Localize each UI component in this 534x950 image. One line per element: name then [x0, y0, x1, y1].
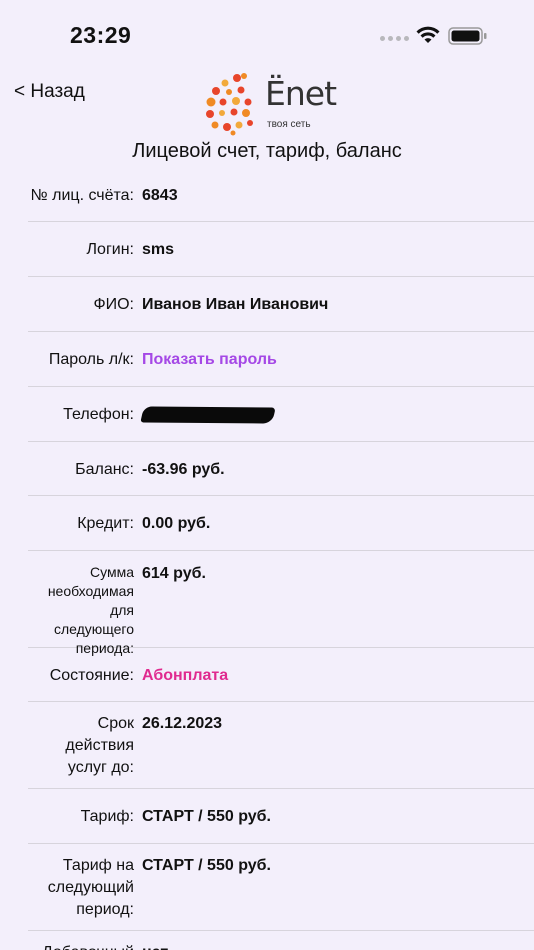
row-value: 26.12.2023	[142, 715, 223, 732]
row-value: Абонплата	[142, 667, 229, 684]
row-label: Баланс:	[75, 461, 134, 478]
page-title: Лицевой счет, тариф, баланс	[132, 140, 402, 162]
row-label: Состояние:	[49, 667, 134, 684]
logo-mark-icon	[206, 73, 253, 136]
row-label: Телефон:	[63, 406, 134, 423]
row-value: -63.96 руб.	[142, 461, 225, 478]
status-bar: 23:29	[0, 0, 534, 72]
enet-logo: Ёnet твоя сеть	[203, 72, 337, 136]
show-password-link[interactable]: Показать пароль	[142, 349, 534, 386]
row-state: Состояние: Абонплата	[28, 648, 534, 702]
row-value	[140, 404, 534, 441]
row-valid-until: Срок действия услуг до: 26.12.2023	[28, 702, 534, 789]
row-balance: Баланс: -63.96 руб.	[28, 442, 534, 496]
row-label: Тариф на следующий период:	[47, 857, 134, 918]
row-value: СТАРТ / 550 руб.	[142, 808, 271, 825]
row-login: Логин: sms	[28, 222, 534, 277]
row-value: sms	[142, 241, 175, 258]
back-button[interactable]: < Назад	[14, 81, 85, 103]
row-label: № лиц. счёта:	[30, 187, 134, 204]
row-label: Кредит:	[77, 515, 134, 532]
row-label: ФИО:	[93, 296, 134, 313]
row-value: СТАРТ / 550 руб.	[142, 857, 271, 874]
logo-wordmark: Ёnet	[265, 74, 337, 113]
row-account-number: № лиц. счёта: 6843	[28, 168, 534, 222]
wifi-icon	[416, 26, 440, 43]
row-password: Пароль л/к: Показать пароль	[28, 332, 534, 387]
row-value: Иванов Иван Иванович	[142, 296, 329, 313]
row-value: 0.00 руб.	[142, 515, 211, 532]
row-additional: Добавочный нет	[28, 931, 534, 950]
logo-tagline: твоя сеть	[267, 119, 311, 130]
row-label: Срок действия услуг до:	[65, 715, 134, 776]
row-label: Пароль л/к:	[48, 351, 134, 368]
row-label: Добавочный	[28, 942, 142, 950]
row-next-tariff: Тариф на следующий период: СТАРТ / 550 р…	[28, 844, 534, 931]
row-tariff: Тариф: СТАРТ / 550 руб.	[28, 789, 534, 844]
row-label: Сумма необходимая для следующего периода…	[47, 564, 134, 656]
row-label: Логин:	[86, 241, 134, 258]
status-time: 23:29	[70, 22, 132, 48]
account-details-list: № лиц. счёта: 6843 Логин: sms ФИО: Ивано…	[0, 168, 534, 950]
row-credit: Кредит: 0.00 руб.	[28, 496, 534, 551]
row-full-name: ФИО: Иванов Иван Иванович	[28, 277, 534, 332]
row-value: нет	[142, 942, 534, 950]
cellular-signal-icon	[380, 36, 409, 41]
row-phone: Телефон:	[28, 387, 534, 442]
row-value: 614 руб.	[142, 565, 206, 582]
row-next-period-sum: Сумма необходимая для следующего периода…	[28, 551, 534, 656]
battery-icon	[448, 27, 487, 45]
row-value: 6843	[142, 187, 178, 204]
row-label: Тариф:	[80, 808, 134, 825]
redacted-phone	[140, 406, 276, 424]
